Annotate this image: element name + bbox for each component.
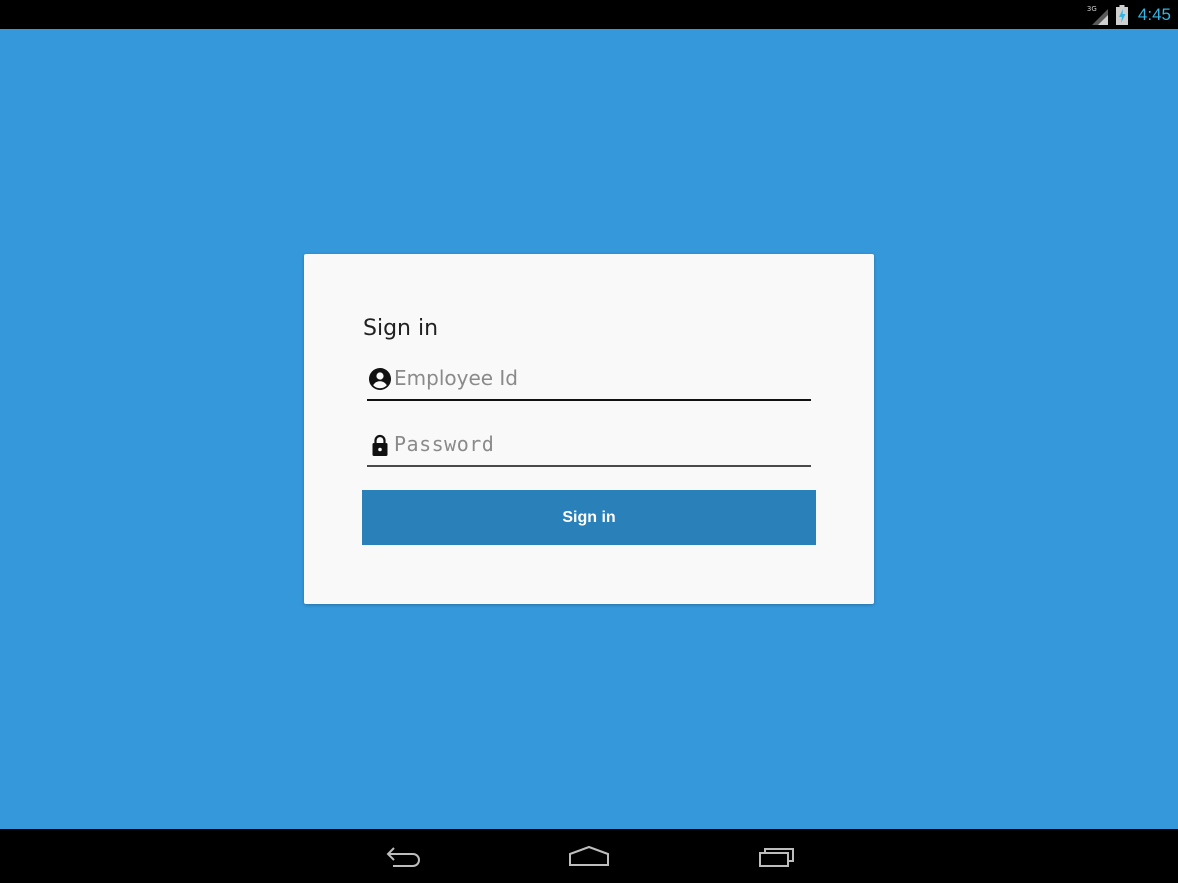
login-card: Sign in Sign in — [304, 254, 874, 604]
account-circle-icon — [368, 367, 392, 391]
employee-id-field[interactable] — [367, 361, 811, 401]
login-screen: Sign in Sign in — [0, 29, 1178, 829]
status-icons: 3G 4:45 — [1086, 0, 1171, 29]
status-bar: 3G 4:45 — [0, 0, 1178, 29]
password-input[interactable] — [394, 427, 804, 461]
battery-charging-icon — [1115, 4, 1128, 25]
recent-apps-icon[interactable] — [753, 841, 801, 871]
lock-icon — [368, 433, 392, 457]
password-field[interactable] — [367, 427, 811, 467]
back-icon[interactable] — [379, 841, 427, 871]
sign-in-button[interactable]: Sign in — [362, 490, 816, 545]
employee-id-input[interactable] — [394, 361, 804, 395]
card-title: Sign in — [363, 316, 439, 341]
signal-icon: 3G — [1086, 4, 1110, 26]
status-clock: 4:45 — [1137, 5, 1171, 24]
navigation-bar — [0, 829, 1178, 883]
network-type-label: 3G — [1086, 4, 1097, 13]
home-icon[interactable] — [565, 841, 613, 871]
